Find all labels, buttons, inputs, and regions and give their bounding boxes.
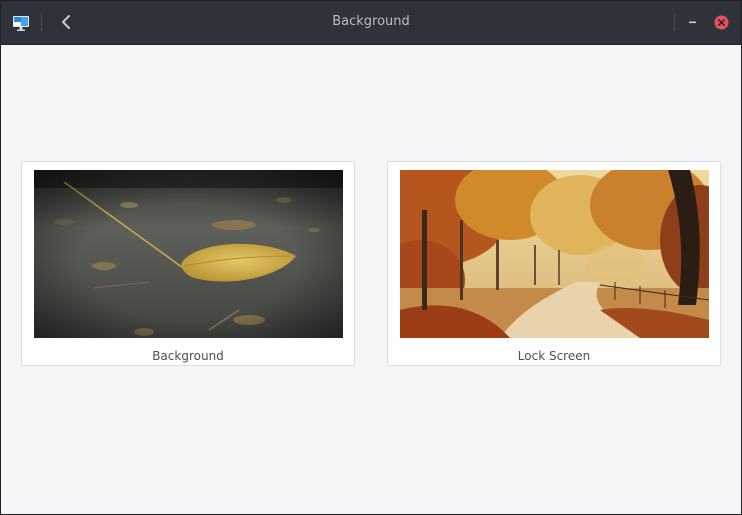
wallpaper-settings-window: Background Background Lock Screen xyxy=(0,0,742,515)
titlebar-separator-right xyxy=(674,13,675,31)
background-thumbnail xyxy=(34,170,343,338)
background-card-label: Background xyxy=(152,349,224,363)
lock-screen-card[interactable]: Lock Screen xyxy=(387,161,721,366)
background-card[interactable]: Background xyxy=(21,161,355,366)
lock-screen-thumbnail xyxy=(400,170,709,338)
lock-screen-card-label: Lock Screen xyxy=(517,349,591,363)
close-button[interactable] xyxy=(714,15,729,30)
minimize-button[interactable] xyxy=(685,14,701,30)
titlebar: Background xyxy=(1,1,741,45)
window-title: Background xyxy=(332,14,410,29)
